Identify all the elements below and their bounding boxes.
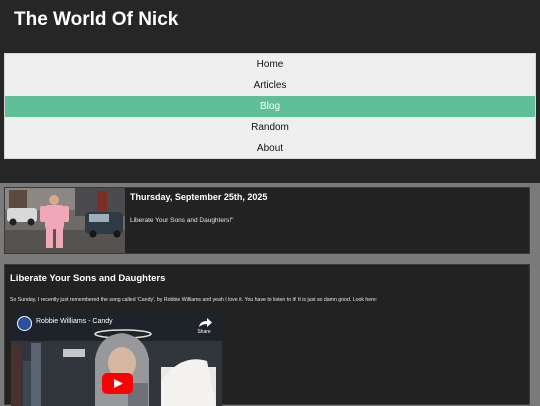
article-body: So Sunday, I recently just remembered th… xyxy=(10,297,378,303)
play-button[interactable] xyxy=(102,373,133,394)
article-card: Liberate Your Sons and Daughters So Sund… xyxy=(4,264,530,406)
nav-item-about[interactable]: About xyxy=(5,138,535,159)
nav-item-blog[interactable]: Blog xyxy=(5,96,535,117)
youtube-embed[interactable]: Robbie Williams - Candy Share xyxy=(11,311,222,406)
nav-item-home[interactable]: Home xyxy=(5,54,535,75)
channel-avatar[interactable] xyxy=(17,316,32,331)
site-title[interactable]: The World Of Nick xyxy=(14,9,178,31)
share-icon xyxy=(199,318,212,327)
main-nav: Home Articles Blog Random About xyxy=(4,53,536,159)
nav-item-random[interactable]: Random xyxy=(5,117,535,138)
site-header: The World Of Nick Home Articles Blog Ran… xyxy=(0,0,540,183)
play-icon xyxy=(114,379,123,388)
post-thumbnail[interactable] xyxy=(5,188,125,253)
post-date[interactable]: Thursday, September 25th, 2025 xyxy=(130,192,267,202)
post-excerpt: Liberate Your Sons and Daughters!" xyxy=(130,217,234,224)
video-title[interactable]: Robbie Williams - Candy xyxy=(36,318,113,325)
blog-post-card[interactable]: Thursday, September 25th, 2025 Liberate … xyxy=(4,187,530,254)
share-button[interactable]: Share xyxy=(193,315,215,339)
share-label: Share xyxy=(197,329,211,335)
article-title: Liberate Your Sons and Daughters xyxy=(10,273,166,284)
nav-item-articles[interactable]: Articles xyxy=(5,75,535,96)
